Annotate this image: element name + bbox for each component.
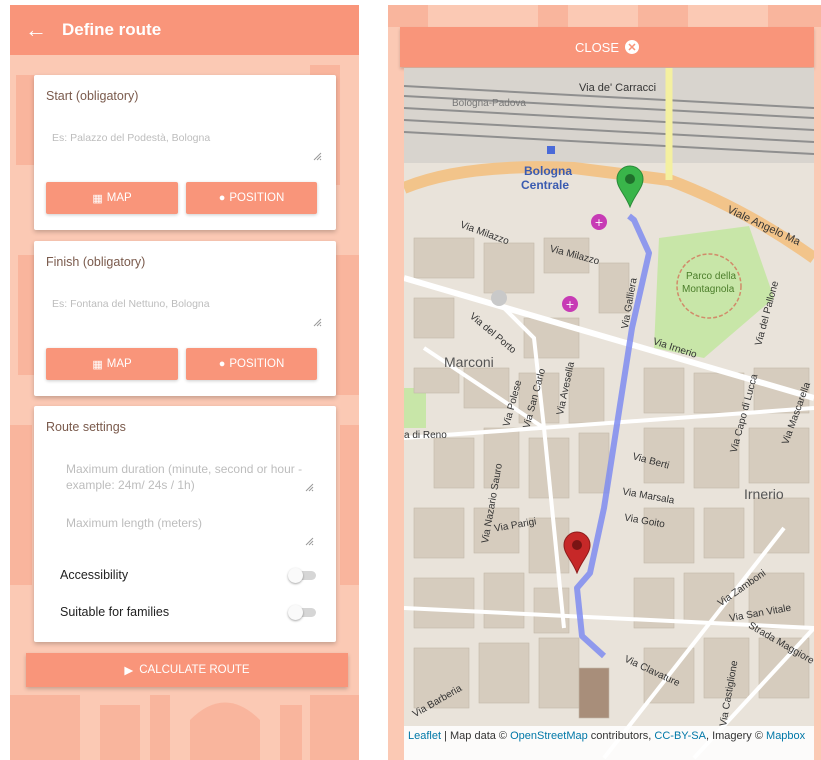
location-pin-icon: ● bbox=[218, 192, 226, 204]
map-label: Irnerio bbox=[744, 486, 784, 502]
calculate-route-button[interactable]: ▶ CALCULATE ROUTE bbox=[26, 653, 348, 687]
start-input-placeholder: Es: Palazzo del Podestà, Bologna bbox=[52, 132, 211, 144]
finish-map-button[interactable]: ▦ MAP bbox=[46, 348, 178, 380]
mapbox-link[interactable]: Mapbox bbox=[766, 730, 805, 742]
max-length-input[interactable]: Maximum length (meters) bbox=[60, 510, 316, 548]
arrow-left-icon[interactable]: ← bbox=[10, 17, 62, 43]
route-settings-card: Route settings Maximum duration (minute,… bbox=[34, 406, 336, 642]
finish-input[interactable]: Es: Fontana del Nettuno, Bologna bbox=[46, 291, 324, 329]
finish-card: Finish (obligatory) Es: Fontana del Nett… bbox=[34, 241, 336, 396]
calculate-route-label: CALCULATE ROUTE bbox=[139, 664, 250, 676]
families-toggle[interactable] bbox=[288, 605, 318, 620]
cc-by-sa-link[interactable]: CC-BY-SA bbox=[654, 730, 706, 742]
start-input[interactable]: Es: Palazzo del Podestà, Bologna bbox=[46, 125, 324, 163]
resize-grip-icon[interactable] bbox=[312, 317, 322, 327]
svg-text:+: + bbox=[565, 298, 574, 311]
route-settings-title: Route settings bbox=[46, 420, 126, 434]
map-label: Montagnola bbox=[682, 284, 735, 295]
svg-text:+: + bbox=[594, 216, 603, 229]
start-title: Start (obligatory) bbox=[46, 89, 139, 103]
finish-map-label: MAP bbox=[106, 358, 132, 370]
location-pin-icon: ● bbox=[218, 358, 226, 370]
map-tiles[interactable]: + + bbox=[404, 68, 814, 760]
define-route-screen: ← Define route Start (obligatory) Es: Pa… bbox=[10, 5, 359, 760]
attribution-text: contributors, bbox=[587, 730, 655, 742]
map-label: Bologna bbox=[524, 164, 572, 178]
map-attribution: Leaflet | Map data © OpenStreetMap contr… bbox=[404, 726, 814, 760]
map-label: Marconi bbox=[444, 354, 494, 370]
resize-grip-icon[interactable] bbox=[312, 151, 322, 161]
map-icon: ▦ bbox=[92, 358, 103, 371]
start-card: Start (obligatory) Es: Palazzo del Podes… bbox=[34, 75, 336, 230]
max-duration-input[interactable]: Maximum duration (minute, second or hour… bbox=[60, 456, 316, 494]
accessibility-toggle[interactable] bbox=[288, 568, 318, 583]
finish-position-button[interactable]: ● POSITION bbox=[186, 348, 317, 380]
attribution-text: | Map data © bbox=[441, 730, 511, 742]
start-map-label: MAP bbox=[106, 192, 132, 204]
app-bar: ← Define route bbox=[10, 5, 359, 55]
map-label: Via de' Carracci bbox=[579, 82, 657, 94]
map-label: Centrale bbox=[521, 178, 570, 192]
max-duration-placeholder: Maximum duration (minute, second or hour… bbox=[66, 462, 303, 492]
families-label: Suitable for families bbox=[60, 605, 170, 619]
page-title: Define route bbox=[62, 20, 162, 39]
toggle-knob bbox=[288, 605, 303, 620]
map-label: Bologna-Padova bbox=[452, 98, 526, 109]
close-label: CLOSE bbox=[574, 39, 620, 55]
map-view[interactable]: + + Via de' Carracci Bologna-Padova Bolo… bbox=[404, 68, 814, 760]
leaflet-link[interactable]: Leaflet bbox=[408, 730, 441, 742]
map-modal: CLOSE ✕ + + Via de' Carracci Bologna-Pad… bbox=[388, 5, 821, 760]
finish-position-label: POSITION bbox=[229, 358, 285, 370]
map-label: Parco della bbox=[686, 271, 737, 282]
resize-grip-icon[interactable] bbox=[304, 482, 314, 492]
finish-title: Finish (obligatory) bbox=[46, 255, 146, 269]
map-icon: ▦ bbox=[92, 192, 103, 205]
start-map-button[interactable]: ▦ MAP bbox=[46, 182, 178, 214]
osm-link[interactable]: OpenStreetMap bbox=[510, 730, 588, 742]
finish-marker-icon[interactable] bbox=[562, 530, 592, 574]
start-marker-icon[interactable] bbox=[615, 164, 645, 208]
finish-input-placeholder: Es: Fontana del Nettuno, Bologna bbox=[52, 298, 210, 310]
max-length-placeholder: Maximum length (meters) bbox=[66, 516, 203, 530]
attribution-text: , Imagery © bbox=[705, 730, 767, 742]
close-icon: ✕ bbox=[625, 40, 640, 54]
start-position-label: POSITION bbox=[229, 192, 285, 204]
close-map-button[interactable]: CLOSE ✕ bbox=[400, 27, 814, 67]
map-label: a di Reno bbox=[404, 430, 447, 441]
resize-grip-icon[interactable] bbox=[304, 536, 314, 546]
toggle-knob bbox=[288, 568, 303, 583]
accessibility-label: Accessibility bbox=[60, 568, 129, 582]
start-position-button[interactable]: ● POSITION bbox=[186, 182, 317, 214]
play-icon: ▶ bbox=[124, 665, 134, 677]
